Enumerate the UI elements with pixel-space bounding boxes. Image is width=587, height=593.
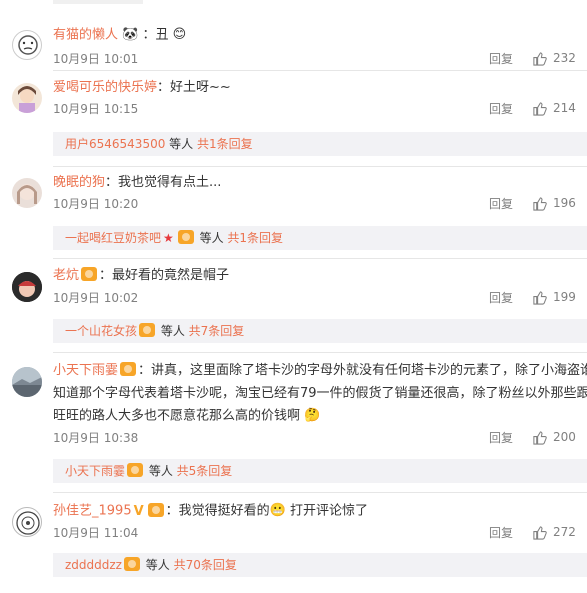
like-button[interactable]: 200 — [532, 429, 576, 445]
sub-reply-suffix: 等人 — [145, 464, 177, 478]
like-button[interactable]: 214 — [532, 100, 576, 116]
sub-reply-user[interactable]: 一个山花女孩 — [65, 324, 137, 338]
thinking-emoji-icon: 🤔 — [304, 408, 321, 423]
avatar[interactable] — [12, 367, 42, 397]
username-link[interactable]: 孙佳艺_1995 — [53, 504, 132, 519]
like-count: 196 — [553, 196, 576, 210]
verified-v-icon: V — [133, 503, 144, 519]
sub-reply-count-link[interactable]: 共70条回复 — [174, 558, 237, 572]
panda-emoji-icon: 🐼 — [122, 27, 139, 42]
username-link[interactable]: 小天下雨霎 — [53, 363, 118, 378]
thumbs-up-icon — [533, 101, 547, 116]
previous-comment-fragment — [53, 0, 143, 4]
comment-timestamp: 10月9日 10:20 — [53, 197, 139, 211]
star-icon: ★ — [163, 231, 174, 245]
comment-timestamp: 10月9日 10:15 — [53, 102, 139, 116]
username-link[interactable]: 爱喝可乐的快乐婷 — [53, 80, 157, 95]
like-button[interactable]: 199 — [532, 289, 576, 305]
avatar[interactable] — [12, 83, 42, 113]
sub-replies-bar[interactable]: 用户6546543500 等人 共1条回复 — [53, 132, 587, 156]
reply-button[interactable]: 回复 — [489, 196, 513, 212]
sub-reply-user[interactable]: zdddddzz — [65, 558, 122, 572]
grin-emoji-icon: 😬 — [269, 503, 286, 518]
like-count: 199 — [553, 290, 576, 304]
comment-text-line: 旺旺的路人大多也不愿意花那么高的价钱啊 — [53, 408, 301, 424]
like-button[interactable]: 272 — [532, 524, 576, 540]
reply-button[interactable]: 回复 — [489, 51, 513, 67]
comment-timestamp: 10月9日 11:04 — [53, 526, 139, 540]
member-badge-icon — [147, 502, 164, 517]
sub-reply-count-link[interactable]: 共1条回复 — [227, 231, 283, 245]
comment-text: ：我也觉得有点土... — [105, 175, 222, 190]
sub-reply-count-link[interactable]: 共1条回复 — [197, 137, 253, 151]
sub-reply-suffix: 等人 — [141, 558, 174, 572]
member-badge-icon — [177, 230, 194, 244]
sub-reply-user[interactable]: 一起喝红豆奶茶吧 — [65, 231, 161, 245]
member-badge-icon — [127, 463, 144, 477]
divider — [53, 166, 587, 167]
sub-replies-bar[interactable]: 一起喝红豆奶茶吧 ★ 等人 共1条回复 — [53, 226, 587, 250]
like-count: 232 — [553, 51, 576, 65]
reply-button[interactable]: 回复 — [489, 101, 513, 117]
thumbs-up-icon — [533, 525, 547, 540]
avatar[interactable] — [12, 30, 42, 60]
comment-text-line: 知道那个字母代表着塔卡沙呢，淘宝已经有79一件的假货了销量还很高，除了粉丝以外那… — [53, 386, 587, 401]
like-count: 200 — [553, 430, 576, 444]
comment-text: ：丑 — [142, 27, 169, 43]
sub-reply-suffix: 等人 — [157, 324, 189, 338]
comment-text-after: 打开评论惊了 — [285, 503, 368, 519]
member-badge-icon — [81, 267, 98, 281]
comment-timestamp: 10月9日 10:38 — [53, 431, 139, 445]
reply-button[interactable]: 回复 — [489, 525, 513, 541]
divider — [53, 352, 587, 353]
comment-text: ：好土呀~~ — [157, 80, 231, 95]
sub-reply-user[interactable]: 小天下雨霎 — [65, 464, 125, 478]
avatar[interactable] — [12, 272, 42, 302]
member-badge-icon — [120, 362, 137, 376]
sub-reply-suffix: 等人 — [165, 137, 197, 151]
comment-timestamp: 10月9日 10:02 — [53, 291, 139, 305]
member-badge-icon — [139, 323, 156, 337]
thumbs-up-icon — [533, 290, 547, 305]
sub-reply-count-link[interactable]: 共7条回复 — [189, 324, 245, 338]
username-link[interactable]: 晚眠的狗 — [53, 175, 105, 190]
avatar[interactable] — [12, 178, 42, 208]
sub-replies-bar[interactable]: zdddddzz 等人 共70条回复 — [53, 553, 587, 577]
reply-button[interactable]: 回复 — [489, 290, 513, 306]
reply-button[interactable]: 回复 — [489, 430, 513, 446]
sub-replies-bar[interactable]: 一个山花女孩 等人 共7条回复 — [53, 319, 587, 343]
avatar[interactable] — [12, 507, 42, 537]
member-badge-icon — [123, 557, 140, 571]
sub-reply-suffix: 等人 — [195, 231, 228, 245]
username-link[interactable]: 有猫的懒人 — [53, 28, 118, 43]
sub-replies-bar[interactable]: 小天下雨霎 等人 共5条回复 — [53, 459, 587, 483]
comment-timestamp: 10月9日 10:01 — [53, 52, 139, 66]
comment-text: ：最好看的竟然是帽子 — [99, 268, 230, 283]
thumbs-up-icon — [533, 430, 547, 445]
comment-text: ：我觉得挺好看的 — [165, 503, 270, 519]
like-count: 272 — [553, 525, 576, 539]
like-button[interactable]: 232 — [532, 50, 576, 66]
smile-emoji-icon: 😊 — [172, 27, 187, 42]
username-link[interactable]: 老炕 — [53, 268, 79, 283]
divider — [53, 492, 587, 493]
divider — [53, 258, 587, 259]
divider — [53, 70, 587, 71]
comment-text-line: ：讲真，这里面除了塔卡沙的字母外就没有任何塔卡沙的元素了，除了小海盗谁又 — [138, 363, 587, 378]
thumbs-up-icon — [533, 51, 547, 66]
like-count: 214 — [553, 101, 576, 115]
sub-reply-count-link[interactable]: 共5条回复 — [177, 464, 233, 478]
thumbs-up-icon — [533, 196, 547, 211]
like-button[interactable]: 196 — [532, 195, 576, 211]
sub-reply-user[interactable]: 用户6546543500 — [65, 137, 165, 151]
